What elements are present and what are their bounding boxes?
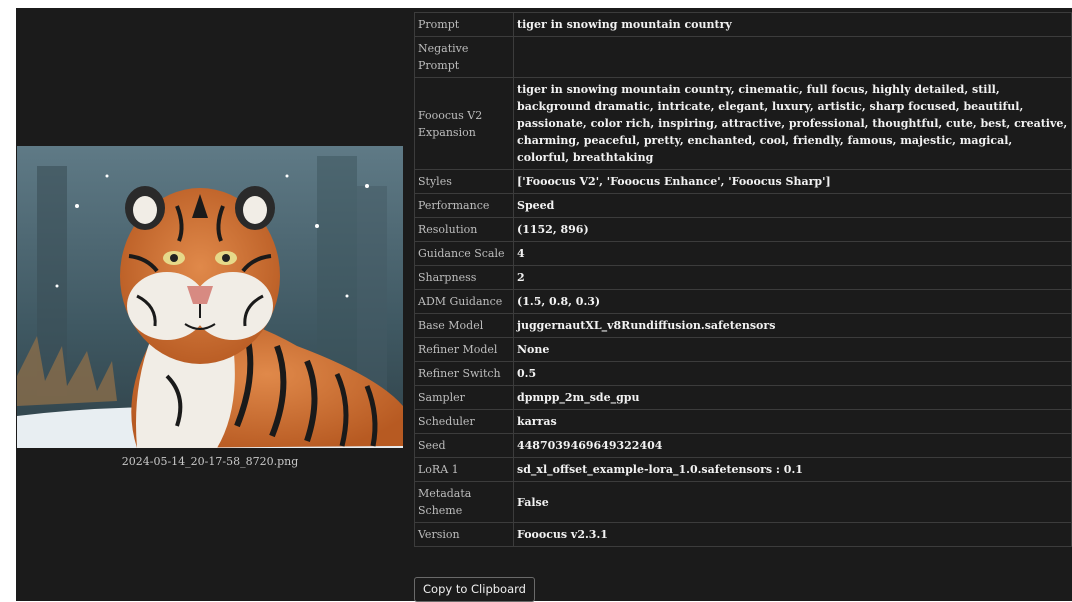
metadata-key: Refiner Model [414,337,514,362]
metadata-key: ADM Guidance [414,289,514,314]
metadata-row: Fooocus V2 Expansion tiger in snowing mou… [414,77,1072,170]
metadata-key: Prompt [414,12,514,37]
metadata-key: Sharpness [414,265,514,290]
metadata-row: Negative Prompt [414,36,1072,78]
metadata-value: sd_xl_offset_example-lora_1.0.safetensor… [513,457,1072,482]
metadata-key: Styles [414,169,514,194]
log-panel: 2024-05-14_20-17-58_8720.png Prompt tiger… [16,8,1072,602]
metadata-row: Prompt tiger in snowing mountain country [414,12,1072,37]
metadata-value: 0.5 [513,361,1072,386]
metadata-row: Refiner Switch 0.5 [414,361,1072,386]
metadata-value: tiger in snowing mountain country, cinem… [513,77,1072,170]
metadata-row: LoRA 1 sd_xl_offset_example-lora_1.0.safe… [414,457,1072,482]
metadata-value: False [513,481,1072,523]
metadata-key: Base Model [414,313,514,338]
metadata-value: tiger in snowing mountain country [513,12,1072,37]
metadata-value: karras [513,409,1072,434]
metadata-table: Prompt tiger in snowing mountain country N… [414,12,1072,547]
metadata-row: Scheduler karras [414,409,1072,434]
metadata-row: ADM Guidance (1.5, 0.8, 0.3) [414,289,1072,314]
metadata-row: Seed 4487039469649322404 [414,433,1072,458]
generated-image[interactable] [17,146,403,448]
metadata-value: juggernautXL_v8Rundiffusion.safetensors [513,313,1072,338]
metadata-key: Scheduler [414,409,514,434]
metadata-value: (1.5, 0.8, 0.3) [513,289,1072,314]
metadata-value: (1152, 896) [513,217,1072,242]
metadata-row: Refiner Model None [414,337,1072,362]
metadata-row: Base Model juggernautXL_v8Rundiffusion.sa… [414,313,1072,338]
copy-to-clipboard-button[interactable]: Copy to Clipboard [414,577,535,602]
metadata-key: Fooocus V2 Expansion [414,77,514,170]
metadata-key: Refiner Switch [414,361,514,386]
metadata-value: 4 [513,241,1072,266]
metadata-key: Performance [414,193,514,218]
metadata-value: 2 [513,265,1072,290]
metadata-value: Fooocus v2.3.1 [513,522,1072,547]
image-filename: 2024-05-14_20-17-58_8720.png [121,455,299,468]
metadata-row: Metadata Scheme False [414,481,1072,523]
metadata-row: Guidance Scale 4 [414,241,1072,266]
tiger-image [17,146,403,448]
metadata-key: Resolution [414,217,514,242]
metadata-key: Guidance Scale [414,241,514,266]
metadata-row: Performance Speed [414,193,1072,218]
metadata-value: ['Fooocus V2', 'Fooocus Enhance', 'Foooc… [513,169,1072,194]
metadata-row: Sampler dpmpp_2m_sde_gpu [414,385,1072,410]
metadata-key: LoRA 1 [414,457,514,482]
metadata-value: Speed [513,193,1072,218]
metadata-row: Resolution (1152, 896) [414,217,1072,242]
metadata-key: Negative Prompt [414,36,514,78]
metadata-value: 4487039469649322404 [513,433,1072,458]
metadata-key: Version [414,522,514,547]
metadata-value: dpmpp_2m_sde_gpu [513,385,1072,410]
metadata-key: Seed [414,433,514,458]
metadata-row: Sharpness 2 [414,265,1072,290]
metadata-row: Styles ['Fooocus V2', 'Fooocus Enhance', … [414,169,1072,194]
metadata-row: Version Fooocus v2.3.1 [414,522,1072,547]
metadata-value [513,36,1072,78]
metadata-key: Sampler [414,385,514,410]
metadata-key: Metadata Scheme [414,481,514,523]
metadata-value: None [513,337,1072,362]
